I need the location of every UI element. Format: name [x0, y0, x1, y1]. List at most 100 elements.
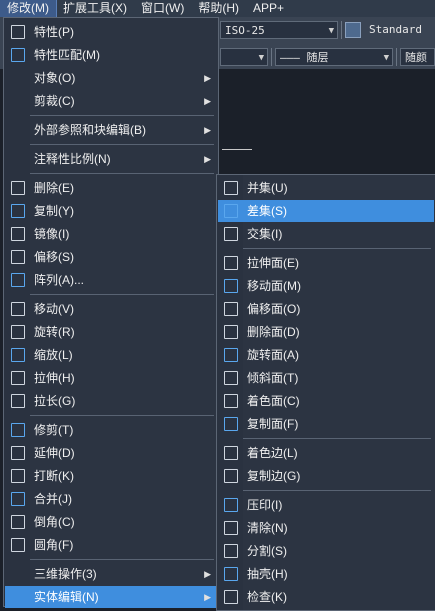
text-style-icon[interactable]: [345, 22, 361, 38]
menu-item-sub_menu-15[interactable]: 分割(S): [218, 540, 434, 562]
menubar-item-3[interactable]: 帮助(H): [191, 0, 246, 17]
menu-item-label: 偏移面(O): [247, 302, 301, 316]
menu-item-main_menu-9[interactable]: 偏移(S): [5, 246, 217, 268]
menu-item-sub_menu-10[interactable]: 复制面(F): [218, 413, 434, 435]
submenu-arrow-icon: ▶: [204, 73, 211, 83]
fillet-icon: [11, 538, 25, 552]
menu-item-main_menu-16[interactable]: 修剪(T): [5, 419, 217, 441]
menu-item-label: 特性匹配(M): [34, 48, 100, 62]
menu-item-main_menu-18[interactable]: 打断(K): [5, 465, 217, 487]
menu-item-main_menu-14[interactable]: 拉伸(H): [5, 367, 217, 389]
break-icon: [11, 469, 25, 483]
text-style-combo[interactable]: Standard: [365, 21, 435, 39]
menubar-item-1[interactable]: 扩展工具(X): [56, 0, 134, 17]
menu-item-label: 延伸(D): [34, 446, 75, 460]
lineweight-combo[interactable]: 随颜: [400, 48, 435, 66]
toolbar-separator: [271, 48, 272, 66]
menu-item-label: 着色边(L): [247, 446, 298, 460]
menu-item-main_menu-20[interactable]: 倒角(C): [5, 511, 217, 533]
menu-item-main_menu-10[interactable]: 阵列(A)...: [5, 269, 217, 291]
menu-item-main_menu-17[interactable]: 延伸(D): [5, 442, 217, 464]
menu-item-main_menu-13[interactable]: 缩放(L): [5, 344, 217, 366]
menu-item-label: 特性(P): [34, 25, 74, 39]
copy-face-icon: [224, 417, 238, 431]
lengthen-icon: [11, 394, 25, 408]
menu-item-label: 抽壳(H): [247, 567, 288, 581]
menu-item-sub_menu-4[interactable]: 移动面(M): [218, 275, 434, 297]
menu-item-label: 着色面(C): [247, 394, 300, 408]
menu-item-label: 圆角(F): [34, 538, 74, 552]
menu-item-sub_menu-7[interactable]: 旋转面(A): [218, 344, 434, 366]
menu-item-main_menu-4[interactable]: 外部参照和块编辑(B) ▶: [5, 119, 217, 141]
linetype-combo[interactable]: ——— 随层 ▼: [275, 48, 393, 66]
menu-item-main_menu-19[interactable]: 合并(J): [5, 488, 217, 510]
menu-item-sub_menu-6[interactable]: 删除面(D): [218, 321, 434, 343]
menu-item-label: 交集(I): [247, 227, 283, 241]
menu-item-label: 倾斜面(T): [247, 371, 299, 385]
dimension-style-combo[interactable]: ISO-25 ▼: [220, 21, 338, 39]
menu-item-label: 外部参照和块编辑(B): [34, 123, 146, 137]
menu-item-main_menu-0[interactable]: 特性(P): [5, 21, 217, 43]
menu-item-label: 对象(O): [34, 71, 76, 85]
menu-item-sub_menu-17[interactable]: 检查(K): [218, 586, 434, 608]
rotate-icon: [11, 325, 25, 339]
menu-item-main_menu-5[interactable]: 注释性比例(N) ▶: [5, 148, 217, 170]
menu-item-main_menu-3[interactable]: 剪裁(C) ▶: [5, 90, 217, 112]
menu-item-sub_menu-8[interactable]: 倾斜面(T): [218, 367, 434, 389]
menu-item-sub_menu-1[interactable]: 差集(S): [218, 200, 434, 222]
menu-item-label: 合并(J): [34, 492, 72, 506]
chevron-down-icon: ▼: [383, 53, 389, 63]
menu-item-label: 分割(S): [247, 544, 287, 558]
menu-item-main_menu-2[interactable]: 对象(O) ▶: [5, 67, 217, 89]
menu-item-label: 拉伸(H): [34, 371, 75, 385]
stretch-icon: [11, 371, 25, 385]
menu-item-sub_menu-12[interactable]: 复制边(G): [218, 465, 434, 487]
menu-item-label: 拉长(G): [34, 394, 76, 408]
toolbar-separator: [341, 21, 342, 39]
menu-item-main_menu-12[interactable]: 旋转(R): [5, 321, 217, 343]
menu-bar: 修改(M) 扩展工具(X) 窗口(W) 帮助(H) APP+: [0, 0, 435, 18]
layer-combo[interactable]: ▼: [220, 48, 268, 66]
menu-item-sub_menu-5[interactable]: 偏移面(O): [218, 298, 434, 320]
taper-face-icon: [224, 371, 238, 385]
menu-item-sub_menu-14[interactable]: 清除(N): [218, 517, 434, 539]
menu-item-label: 倒角(C): [34, 515, 75, 529]
erase-icon: [11, 181, 25, 195]
offset-face-icon: [224, 302, 238, 316]
menu-item-sub_menu-3[interactable]: 拉伸面(E): [218, 252, 434, 274]
menu-item-main_menu-15[interactable]: 拉长(G): [5, 390, 217, 412]
submenu-arrow-icon: ▶: [204, 125, 211, 135]
move-face-icon: [224, 279, 238, 293]
intersect-icon: [224, 227, 238, 241]
menubar-item-0[interactable]: 修改(M): [0, 0, 57, 18]
menu-item-main_menu-11[interactable]: 移动(V): [5, 298, 217, 320]
menu-item-main_menu-8[interactable]: 镜像(I): [5, 223, 217, 245]
menu-item-label: 复制(Y): [34, 204, 74, 218]
menu-item-label: 删除(E): [34, 181, 74, 195]
chevron-down-icon: ▼: [258, 53, 264, 63]
menu-item-sub_menu-0[interactable]: 并集(U): [218, 177, 434, 199]
color-edge-icon: [224, 446, 238, 460]
menu-item-sub_menu-16[interactable]: 抽壳(H): [218, 563, 434, 585]
menu-item-label: 复制面(F): [247, 417, 299, 431]
menu-item-main_menu-7[interactable]: 复制(Y): [5, 200, 217, 222]
menu-separator: [30, 173, 214, 174]
menu-item-main_menu-23[interactable]: 实体编辑(N) ▶: [5, 586, 217, 608]
menu-item-main_menu-6[interactable]: 删除(E): [5, 177, 217, 199]
menu-item-label: 镜像(I): [34, 227, 70, 241]
menu-item-sub_menu-9[interactable]: 着色面(C): [218, 390, 434, 412]
menubar-item-4[interactable]: APP+: [246, 0, 291, 17]
menu-item-label: 缩放(L): [34, 348, 73, 362]
solid-editing-submenu: 并集(U) 差集(S) 交集(I) 拉伸面(E) 移动面(M) 偏移面(O) 删除面(D) 旋…: [216, 174, 435, 611]
menu-item-main_menu-21[interactable]: 圆角(F): [5, 534, 217, 556]
menu-item-sub_menu-11[interactable]: 着色边(L): [218, 442, 434, 464]
menu-item-main_menu-22[interactable]: 三维操作(3) ▶: [5, 563, 217, 585]
menu-item-main_menu-1[interactable]: 特性匹配(M): [5, 44, 217, 66]
chamfer-icon: [11, 515, 25, 529]
menubar-item-2[interactable]: 窗口(W): [134, 0, 191, 17]
copy-edge-icon: [224, 469, 238, 483]
menu-item-sub_menu-2[interactable]: 交集(I): [218, 223, 434, 245]
menu-item-sub_menu-13[interactable]: 压印(I): [218, 494, 434, 516]
text-style-value: Standard: [369, 23, 422, 36]
linetype-value: ——— 随层: [280, 51, 329, 64]
